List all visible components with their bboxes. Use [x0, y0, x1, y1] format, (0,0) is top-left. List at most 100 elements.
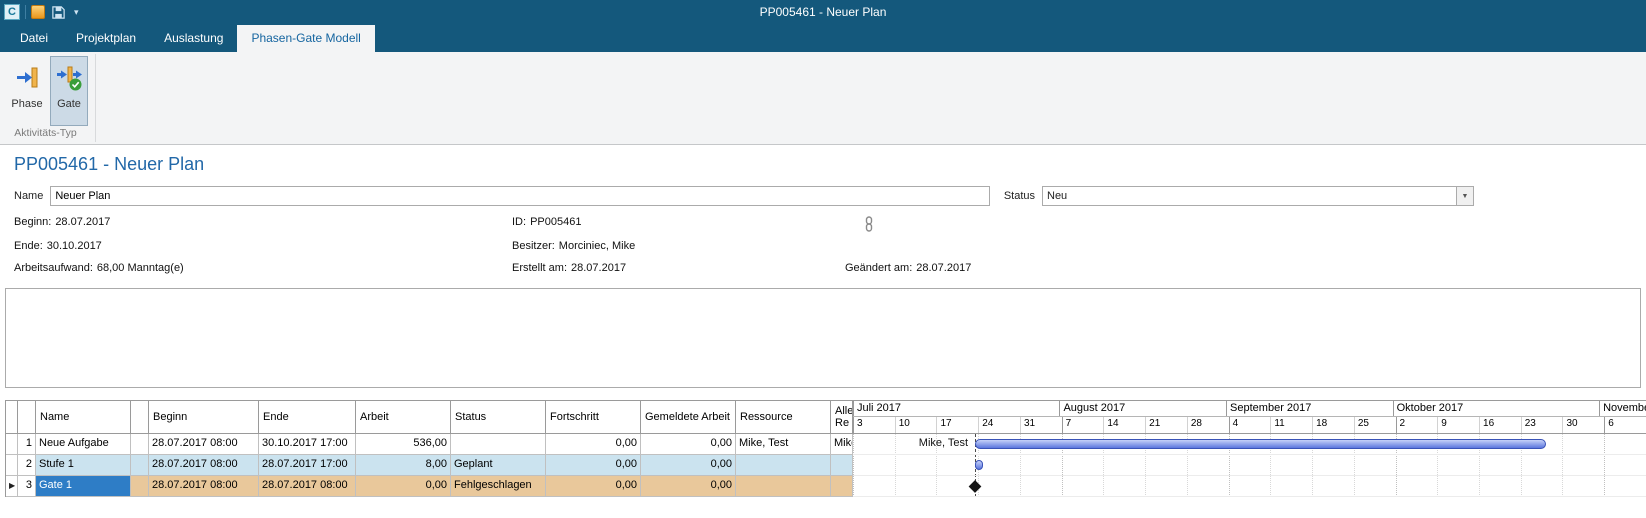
week-header: 14 — [1103, 417, 1145, 433]
column-header-arbeit[interactable]: Arbeit — [356, 401, 451, 433]
description-textarea[interactable] — [5, 288, 1641, 388]
ribbon-tab-bar: Datei Projektplan Auslastung Phasen-Gate… — [0, 24, 1646, 52]
phase-button-label: Phase — [11, 98, 42, 110]
week-header: 17 — [936, 417, 978, 433]
cell-alle-ressourcen[interactable] — [831, 476, 853, 497]
cell-status[interactable] — [451, 434, 546, 455]
column-header-name[interactable]: Name — [36, 401, 131, 433]
gantt-body: Mike, Test — [853, 434, 1646, 497]
gate-button[interactable]: Gate — [50, 56, 88, 126]
month-header: November 2017 — [1599, 401, 1646, 416]
gantt-month-header: Juli 2017 August 2017 September 2017 Okt… — [853, 400, 1646, 417]
status-select[interactable]: Neu ▼ — [1042, 186, 1474, 206]
phase-icon — [14, 64, 41, 91]
row-number-cell[interactable]: 2 — [18, 455, 36, 476]
arbeitsaufwand-field: Arbeitsaufwand:68,00 Manntag(e) — [14, 262, 184, 274]
week-header: 24 — [978, 417, 1020, 433]
month-header: August 2017 — [1059, 401, 1226, 416]
cell-name-selected[interactable]: Gate 1 — [36, 476, 131, 497]
beginn-field: Beginn:28.07.2017 — [14, 216, 110, 228]
cell-ende[interactable]: 30.10.2017 17:00 — [259, 434, 356, 455]
table-row[interactable]: 1 Neue Aufgabe 28.07.2017 08:00 30.10.20… — [6, 434, 853, 455]
cell-gemeldete-arbeit[interactable]: 0,00 — [641, 476, 736, 497]
task-bar[interactable] — [975, 439, 1546, 449]
gantt-row — [853, 455, 1646, 476]
cell-fortschritt[interactable]: 0,00 — [546, 434, 641, 455]
gate-icon — [56, 64, 83, 91]
cell-ende[interactable]: 28.07.2017 08:00 — [259, 476, 356, 497]
tab-projektplan[interactable]: Projektplan — [62, 25, 150, 52]
cell-icon[interactable] — [131, 434, 149, 455]
gantt-row: Mike, Test — [853, 434, 1646, 455]
task-bar[interactable] — [975, 460, 983, 470]
row-indicator-cell — [6, 434, 18, 455]
cell-ressource[interactable] — [736, 476, 831, 497]
besitzer-field: Besitzer:Morciniec, Mike — [512, 240, 635, 252]
column-header-ressource[interactable]: Ressource — [736, 401, 831, 433]
table-row[interactable]: 2 Stufe 1 28.07.2017 08:00 28.07.2017 17… — [6, 455, 853, 476]
month-header: Oktober 2017 — [1393, 401, 1599, 416]
column-header-status[interactable]: Status — [451, 401, 546, 433]
new-item-icon[interactable] — [31, 5, 45, 19]
task-table: Name Beginn Ende Arbeit Status Fortschri… — [5, 400, 853, 497]
week-header: 25 — [1354, 417, 1396, 433]
app-icon[interactable]: C — [4, 4, 20, 20]
week-header: 28 — [1187, 417, 1229, 433]
row-number-cell[interactable]: 1 — [18, 434, 36, 455]
milestone-diamond[interactable] — [969, 480, 982, 493]
column-header-ende[interactable]: Ende — [259, 401, 356, 433]
status-value: Neu — [1043, 190, 1456, 202]
table-row[interactable]: ▶ 3 Gate 1 28.07.2017 08:00 28.07.2017 0… — [6, 476, 853, 497]
cell-alle-ressourcen[interactable] — [831, 455, 853, 476]
cell-status[interactable]: Geplant — [451, 455, 546, 476]
name-input[interactable]: Neuer Plan — [50, 186, 989, 206]
cell-status[interactable]: Fehlgeschlagen — [451, 476, 546, 497]
window-title: PP005461 - Neuer Plan — [0, 5, 1646, 19]
cell-arbeit[interactable]: 0,00 — [356, 476, 451, 497]
cell-icon[interactable] — [131, 455, 149, 476]
plan-detail-pane: PP005461 - Neuer Plan Name Neuer Plan St… — [0, 154, 1646, 388]
cell-beginn[interactable]: 28.07.2017 08:00 — [149, 476, 259, 497]
divider — [25, 5, 26, 19]
geaendert-am-field: Geändert am:28.07.2017 — [845, 262, 971, 274]
cell-ressource[interactable] — [736, 455, 831, 476]
titlebar: C ▾ PP005461 - Neuer Plan — [0, 0, 1646, 24]
cell-beginn[interactable]: 28.07.2017 08:00 — [149, 455, 259, 476]
tab-phasen-gate-modell[interactable]: Phasen-Gate Modell — [237, 25, 374, 52]
quick-access-dropdown-icon[interactable]: ▾ — [71, 7, 82, 18]
chevron-down-icon[interactable]: ▼ — [1456, 187, 1473, 205]
week-header: 2 — [1396, 417, 1438, 433]
link-icon[interactable] — [864, 216, 874, 235]
cell-name[interactable]: Stufe 1 — [36, 455, 131, 476]
cell-ressource[interactable]: Mike, Test — [736, 434, 831, 455]
column-header-gemeldete-arbeit[interactable]: Gemeldete Arbeit — [641, 401, 736, 433]
column-header-beginn[interactable]: Beginn — [149, 401, 259, 433]
row-number-cell[interactable]: 3 — [18, 476, 36, 497]
column-header-fortschritt[interactable]: Fortschritt — [546, 401, 641, 433]
id-field: ID:PP005461 — [512, 216, 581, 228]
phase-button[interactable]: Phase — [8, 56, 46, 126]
group-label: Aktivitäts-Typ — [4, 127, 87, 139]
cell-fortschritt[interactable]: 0,00 — [546, 476, 641, 497]
tab-auslastung[interactable]: Auslastung — [150, 25, 237, 52]
cell-arbeit[interactable]: 8,00 — [356, 455, 451, 476]
week-header: 31 — [1020, 417, 1062, 433]
week-header: 4 — [1229, 417, 1271, 433]
row-indicator-header — [6, 401, 18, 433]
cell-fortschritt[interactable]: 0,00 — [546, 455, 641, 476]
cell-gemeldete-arbeit[interactable]: 0,00 — [641, 455, 736, 476]
cell-ende[interactable]: 28.07.2017 17:00 — [259, 455, 356, 476]
column-header-alle-ressourcen[interactable]: Alle Re — [831, 401, 853, 433]
week-header: 11 — [1270, 417, 1312, 433]
gantt-chart: Juli 2017 August 2017 September 2017 Okt… — [853, 400, 1646, 497]
cell-beginn[interactable]: 28.07.2017 08:00 — [149, 434, 259, 455]
cell-icon[interactable] — [131, 476, 149, 497]
tab-datei[interactable]: Datei — [6, 25, 62, 52]
column-header-icon[interactable] — [131, 401, 149, 433]
save-icon[interactable] — [50, 4, 66, 20]
cell-gemeldete-arbeit[interactable]: 0,00 — [641, 434, 736, 455]
cell-alle-ressourcen[interactable]: Mike, Test — [831, 434, 853, 455]
status-label: Status — [1004, 190, 1035, 202]
cell-name[interactable]: Neue Aufgabe — [36, 434, 131, 455]
cell-arbeit[interactable]: 536,00 — [356, 434, 451, 455]
